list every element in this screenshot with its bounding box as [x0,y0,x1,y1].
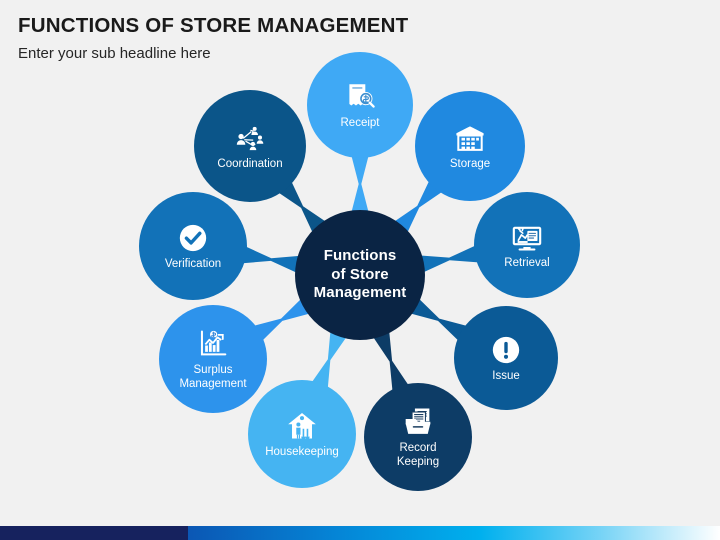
node-receipt[interactable]: Receipt [307,52,413,158]
monitor-document-icon [510,220,544,254]
spoke-verification [242,246,300,273]
bottom-bar-solid [0,526,188,540]
node-record-keeping[interactable]: Record Keeping [364,383,472,491]
node-surplus-management[interactable]: Surplus Management [159,305,267,413]
node-label-receipt: Receipt [340,116,380,129]
spoke-surplus-management [253,298,310,341]
node-label-retrieval: Retrieval [504,256,550,269]
growth-chart-icon [196,327,230,361]
exclamation-circle-icon [489,333,523,367]
file-folder-icon [401,405,435,439]
spoke-retrieval [420,245,479,273]
people-network-icon [233,121,267,155]
node-issue[interactable]: Issue [454,306,558,410]
check-circle-icon [176,221,210,255]
spoke-record-keeping [373,331,409,391]
hub-label: Functions of Store Management [313,246,407,302]
bottom-accent-bar [0,526,720,540]
node-retrieval[interactable]: Retrieval [474,192,580,298]
node-label-coordination: Coordination [217,157,283,170]
spoke-housekeeping [311,331,347,389]
node-label-issue: Issue [492,369,520,382]
bottom-bar-gradient [188,526,720,540]
node-housekeeping[interactable]: Housekeeping [248,380,356,488]
radial-diagram: Receipt Storage Retrieval Issue Record Keepi… [0,0,720,510]
node-label-verification: Verification [164,257,222,270]
node-label-surplus-management: Surplus Management [179,363,247,390]
warehouse-icon [453,121,487,155]
node-label-record-keeping: Record Keeping [396,441,440,468]
node-coordination[interactable]: Coordination [194,90,306,202]
node-label-storage: Storage [449,157,491,170]
spoke-receipt [351,156,369,212]
node-verification[interactable]: Verification [139,192,247,300]
node-label-housekeeping: Housekeeping [265,445,339,458]
hub-node[interactable]: Functions of Store Management [295,210,425,340]
house-cleaning-icon [285,409,319,443]
slide-canvas: FUNCTIONS OF STORE MANAGEMENT Enter your… [0,0,720,540]
node-storage[interactable]: Storage [415,91,525,201]
receipt-search-icon [343,80,377,114]
